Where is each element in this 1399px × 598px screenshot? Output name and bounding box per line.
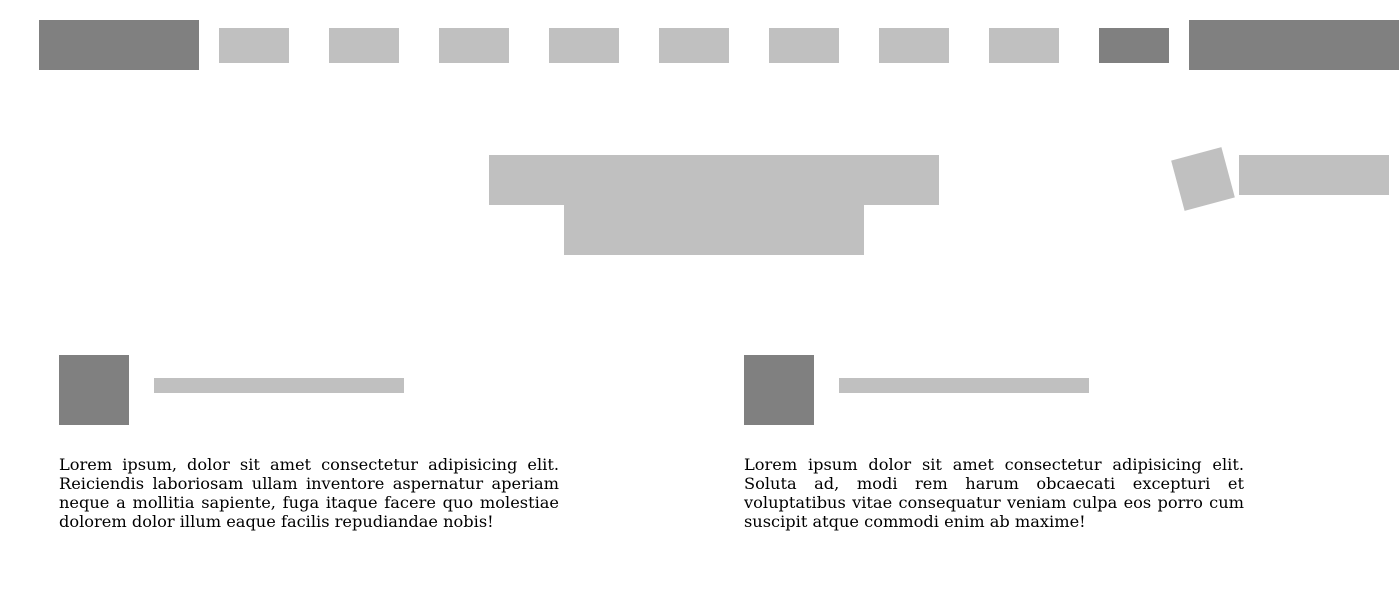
rotated-square-icon	[1171, 147, 1235, 211]
nav-item-4[interactable]	[549, 28, 619, 63]
hero-title-placeholder	[489, 155, 939, 205]
hero-subtitle-placeholder	[564, 205, 864, 255]
nav-item-9-active[interactable]	[1099, 28, 1169, 63]
feature-title-placeholder	[839, 378, 1089, 393]
nav-item-6[interactable]	[769, 28, 839, 63]
nav-item-2[interactable]	[329, 28, 399, 63]
feature-image-placeholder	[744, 355, 814, 425]
feature-description: Lorem ipsum, dolor sit amet consectetur …	[59, 455, 559, 531]
header-action-button[interactable]	[1189, 20, 1399, 70]
nav-item-3[interactable]	[439, 28, 509, 63]
side-banner-placeholder	[1239, 155, 1389, 195]
feature-title-placeholder	[154, 378, 404, 393]
nav-item-8[interactable]	[989, 28, 1059, 63]
logo-placeholder[interactable]	[39, 20, 199, 70]
nav-item-1[interactable]	[219, 28, 289, 63]
nav-item-7[interactable]	[879, 28, 949, 63]
feature-image-placeholder	[59, 355, 129, 425]
nav-item-5[interactable]	[659, 28, 729, 63]
feature-description: Lorem ipsum dolor sit amet consectetur a…	[744, 455, 1244, 531]
